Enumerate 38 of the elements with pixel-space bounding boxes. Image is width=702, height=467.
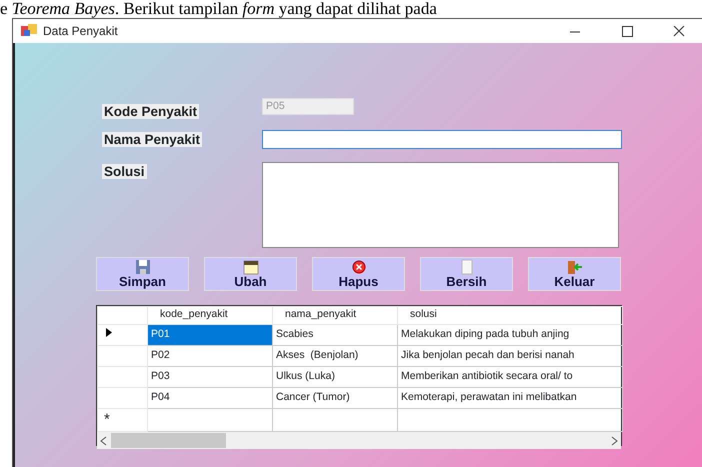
solution-field[interactable] — [262, 162, 619, 248]
table-cell[interactable]: P04 — [148, 387, 272, 408]
table-cell[interactable]: Ulkus (Luka) — [272, 366, 398, 387]
table-cell[interactable]: Cancer (Tumor) — [272, 387, 398, 408]
table-cell[interactable]: Akses (Benjolan) — [272, 345, 398, 366]
save-button[interactable]: Simpan — [96, 256, 189, 290]
table-cell[interactable]: Memberikan antibiotik secara oral/ to — [398, 366, 622, 387]
row-header[interactable] — [98, 324, 148, 345]
name-field[interactable] — [262, 130, 622, 150]
error-icon — [350, 258, 366, 274]
new-row-marker: * — [104, 410, 110, 428]
close-icon — [672, 26, 686, 36]
edit-button[interactable]: Ubah — [204, 256, 297, 290]
exit-button[interactable]: Keluar — [528, 256, 621, 290]
scroll-thumb[interactable] — [111, 433, 226, 448]
table-cell[interactable]: Jika benjolan pecah dan berisi nanah — [398, 345, 622, 366]
table-cell[interactable]: Scabies — [272, 324, 398, 345]
code-field: P05 — [262, 98, 354, 115]
maximize-icon — [620, 26, 634, 36]
clear-button[interactable]: Bersih — [420, 256, 513, 290]
field-label: Nama Penyakit — [102, 132, 202, 148]
column-header[interactable]: nama_penyakit — [272, 306, 398, 324]
window-title: Data Penyakit — [43, 23, 119, 40]
document-text: e Teorema Bayes. Berikut tampilan form yang dapat dilihat pada — [0, 0, 438, 18]
table-cell[interactable]: Kemoterapi, perawatan ini melibatkan — [398, 387, 622, 408]
column-header[interactable]: kode_penyakit — [148, 306, 272, 324]
table-cell[interactable]: P03 — [148, 366, 272, 387]
table-cell[interactable]: P02 — [148, 345, 272, 366]
blank-page-icon — [458, 258, 474, 274]
exit-door-icon — [566, 258, 582, 274]
field-label: Solusi — [102, 164, 147, 178]
field-label: Kode Penyakit — [102, 104, 200, 119]
notepad-icon — [242, 258, 258, 274]
table-cell[interactable]: P01 — [148, 324, 272, 345]
delete-button[interactable]: Hapus — [312, 256, 405, 290]
column-header[interactable]: solusi — [398, 306, 622, 324]
table-cell[interactable]: Melakukan diping pada tubuh anjing — [398, 324, 622, 345]
app-icon — [21, 24, 37, 38]
